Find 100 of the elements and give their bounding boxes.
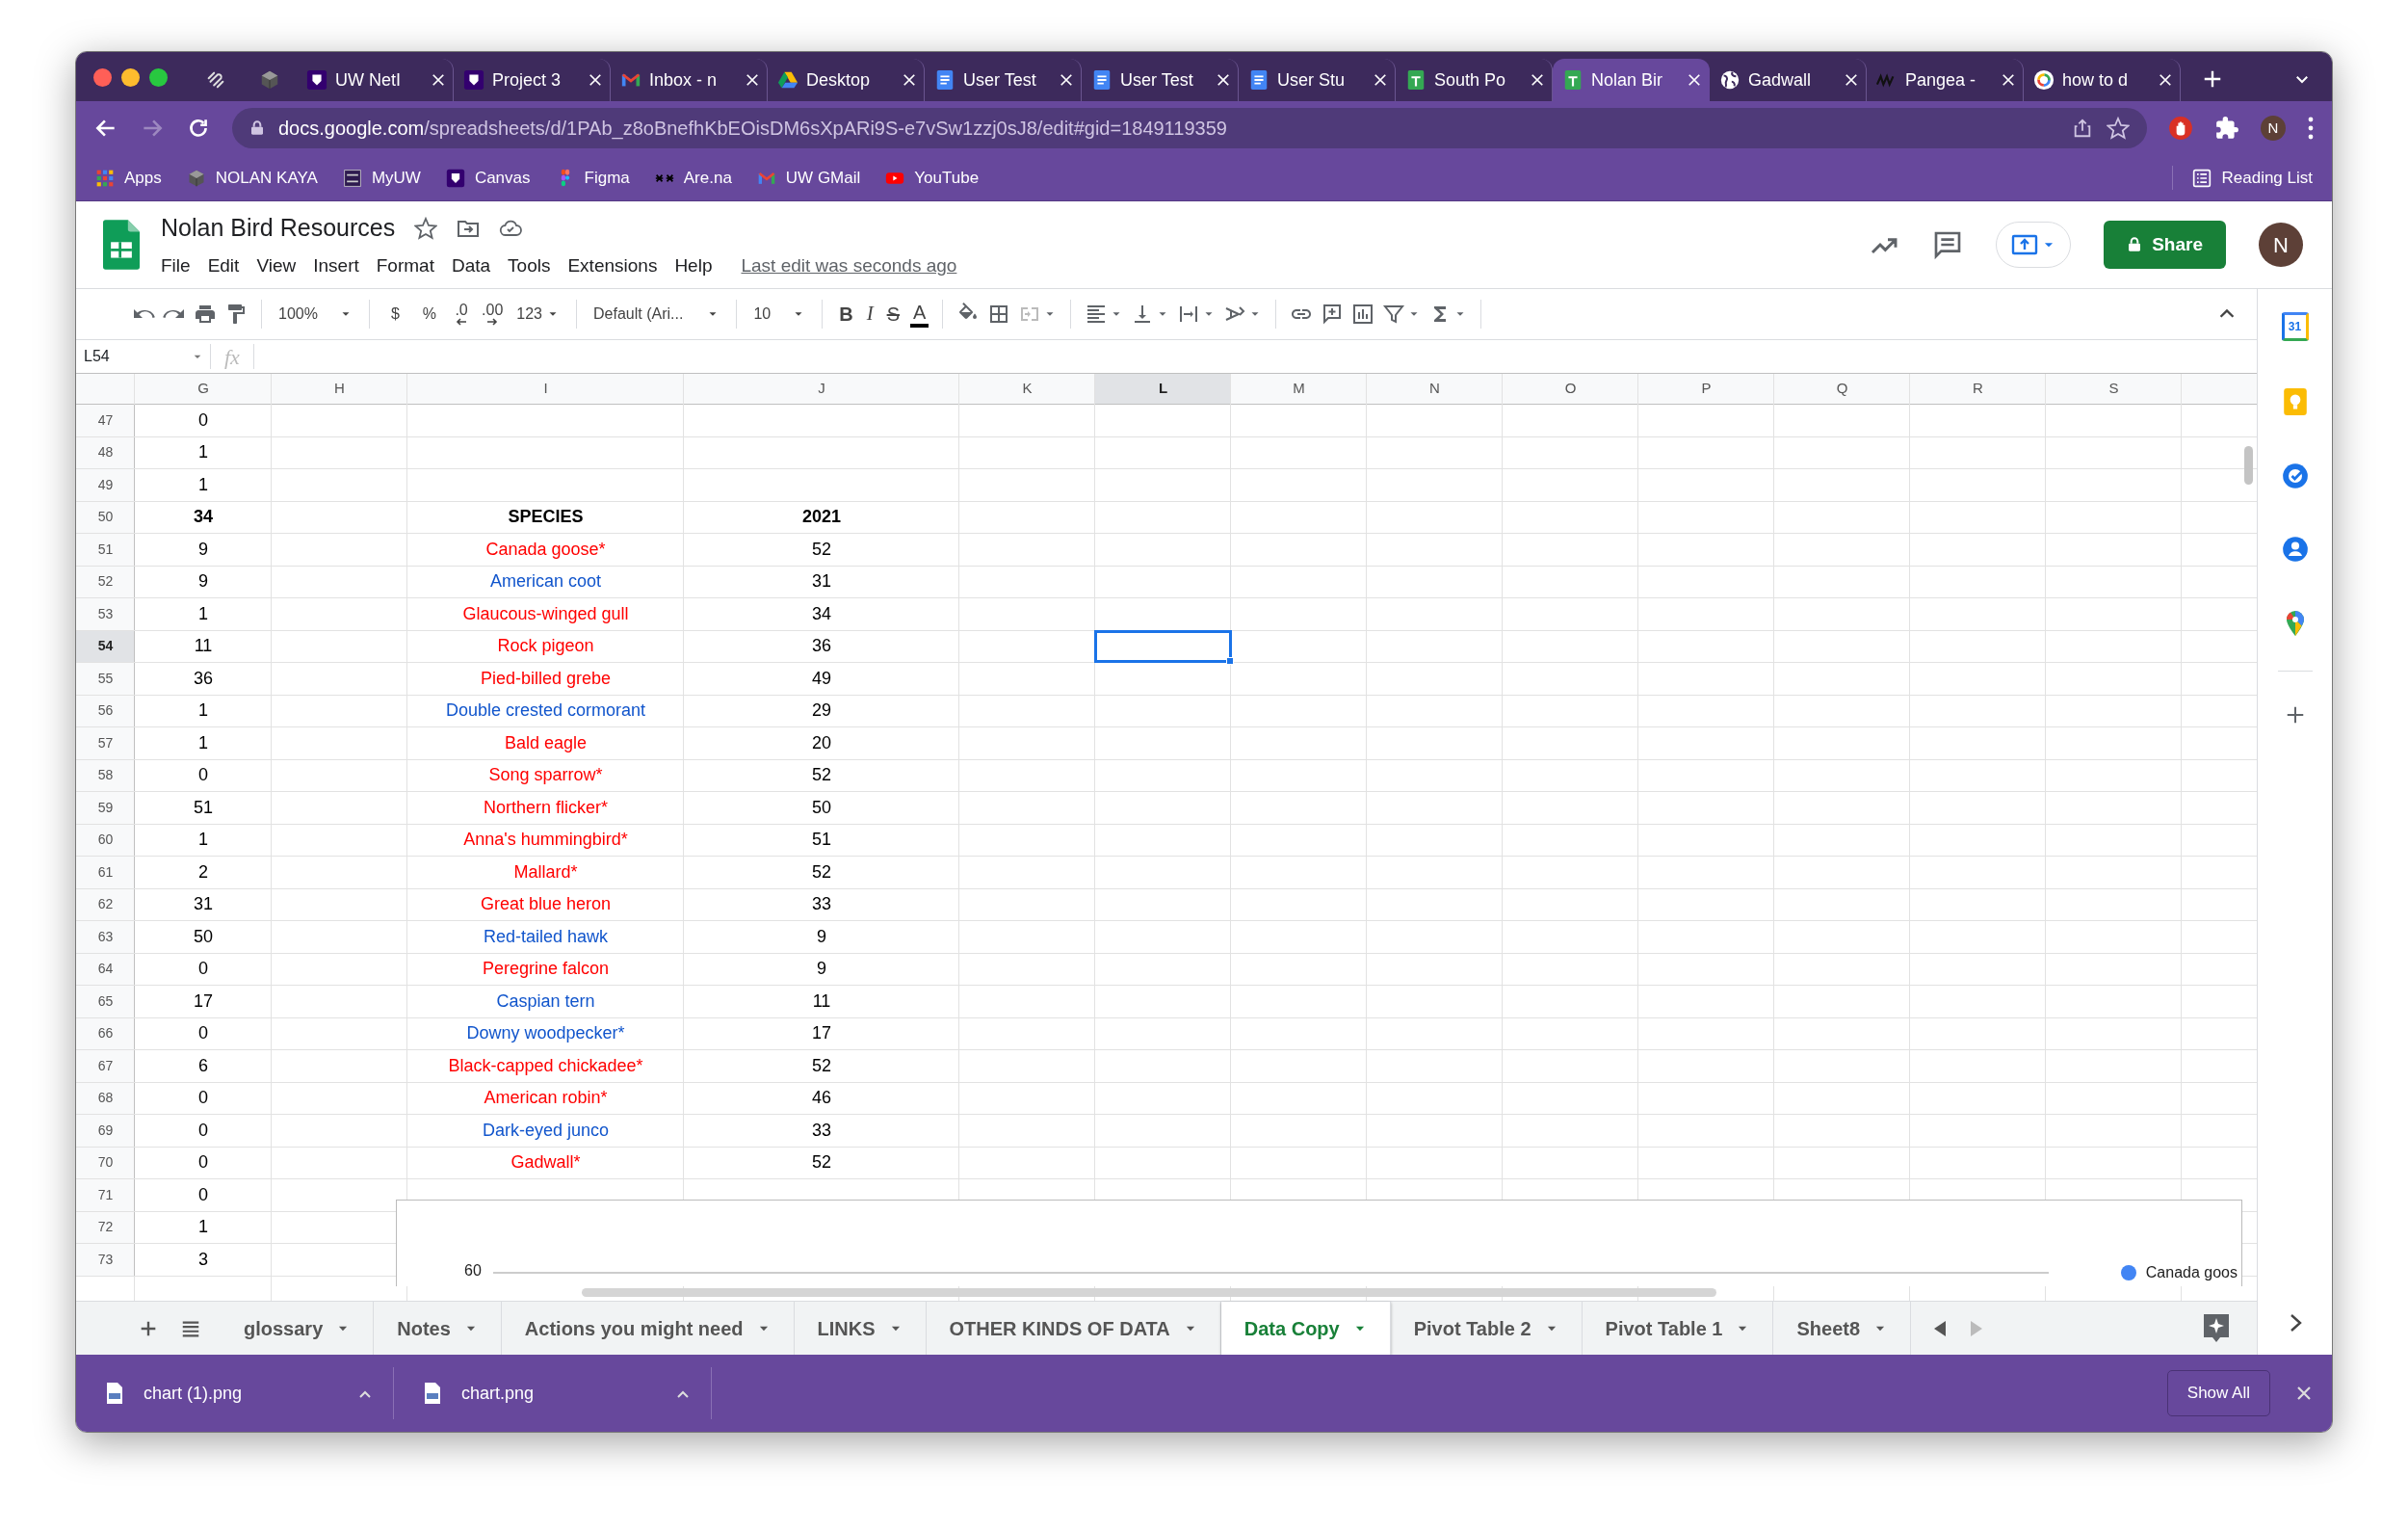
decimal-button[interactable]: .0 [452,301,472,328]
row-header[interactable]: 47 [76,405,135,436]
selected-cell-outline[interactable] [1094,629,1232,663]
row-header[interactable]: 66 [76,1017,135,1049]
menu-item[interactable]: Edit [207,251,240,279]
present-button[interactable] [1996,222,2072,268]
sheet-tab[interactable]: Data Copy [1220,1302,1391,1355]
calendar-icon[interactable]: 31 [2281,312,2309,341]
column-header[interactable]: M [1231,374,1367,404]
fill-handle[interactable] [1226,657,1234,665]
row-header[interactable]: 50 [76,501,135,533]
column-header[interactable]: N [1367,374,1503,404]
row-header[interactable]: 70 [76,1147,135,1178]
dropdown-button[interactable]: 10 [750,301,809,328]
close-icon[interactable] [2295,1385,2313,1402]
new-tab-icon[interactable] [2202,68,2223,90]
row-header[interactable]: 53 [76,598,135,630]
minimize-window-button[interactable] [121,68,140,87]
row-header[interactable]: 69 [76,1115,135,1147]
star-icon[interactable] [414,216,438,240]
last-edit-link[interactable]: Last edit was seconds ago [741,251,957,279]
bookmark-link[interactable]: MyUW [371,165,421,191]
download-file-name[interactable]: chart (1).png [144,1380,243,1407]
profile-avatar[interactable]: N [2261,116,2286,141]
column-header[interactable]: Q [1774,374,1910,404]
scroll-left-icon[interactable] [1934,1320,1947,1336]
spreadsheet-logo-icon[interactable] [103,220,140,270]
row-header[interactable]: 67 [76,1050,135,1082]
cube-icon[interactable] [259,69,280,91]
print-icon[interactable] [194,303,217,326]
menu-item[interactable]: Help [674,251,713,279]
show-all-button[interactable]: Show All [2166,1370,2270,1416]
arrow-icon[interactable] [455,318,469,326]
row-header[interactable]: 59 [76,792,135,824]
document-title[interactable]: Nolan Bird Resources [161,210,396,247]
task-check-icon[interactable] [2281,462,2309,489]
reading-list-link[interactable]: Reading List [2221,165,2313,191]
row-header[interactable]: 65 [76,986,135,1017]
arrow-icon[interactable] [485,318,500,326]
dropdown-button[interactable]: Default (Ari... [590,301,723,328]
row-header[interactable]: 57 [76,727,135,759]
download-file-name[interactable]: chart.png [461,1380,535,1407]
bookmark-link[interactable]: Canvas [474,165,531,191]
bold-button[interactable]: B [836,298,856,330]
scrollbar-thumb[interactable] [582,1288,1716,1297]
dropdown-button[interactable]: 123 [513,301,563,328]
menu-item[interactable]: Insert [313,251,359,279]
bookmark-link[interactable]: UW GMail [785,165,861,191]
puzzle-icon[interactable] [2214,116,2239,141]
reading-list-icon[interactable] [2192,168,2212,188]
swirl-logo-icon[interactable] [205,69,226,91]
column-header[interactable]: I [407,374,684,404]
row-header[interactable]: 72 [76,1211,135,1243]
row-header[interactable]: 49 [76,469,135,501]
share-icon[interactable] [2072,118,2093,139]
scrollbar-thumb[interactable] [2244,446,2253,485]
person-icon[interactable] [2281,536,2309,563]
bookmark-link[interactable]: Figma [584,165,630,191]
row-header[interactable]: 61 [76,857,135,888]
bookmark-link[interactable]: NOLAN KAYA [215,165,318,191]
column-header[interactable]: O [1503,374,1638,404]
row-header[interactable]: 71 [76,1179,135,1211]
menu-item[interactable]: Tools [508,251,551,279]
row-header[interactable]: 48 [76,436,135,468]
account-avatar[interactable]: N [2259,223,2303,267]
menu-item[interactable]: Data [451,251,491,279]
format-button[interactable]: $ [382,301,407,328]
strikethrough-button[interactable]: S [883,298,903,330]
row-header[interactable]: 63 [76,921,135,953]
blocker-hand-icon[interactable] [2168,116,2193,141]
column-header[interactable]: R [1910,374,2046,404]
row-header[interactable]: 60 [76,824,135,856]
zoom-window-button[interactable] [149,68,168,87]
row-header[interactable]: 56 [76,695,135,726]
row-header[interactable]: 68 [76,1082,135,1114]
row-header[interactable]: 64 [76,953,135,985]
bookmark-link[interactable]: Apps [124,165,162,191]
format-button[interactable]: % [414,301,445,328]
kebab-menu-icon[interactable] [2307,116,2315,141]
column-header[interactable]: S [2046,374,2182,404]
bookmark-link[interactable]: YouTube [914,165,980,191]
row-header[interactable]: 52 [76,566,135,597]
row-header[interactable]: 55 [76,663,135,695]
row-header[interactable]: 58 [76,759,135,791]
row-header[interactable]: 51 [76,534,135,566]
browser-tab[interactable]: Nolan Bir [1553,59,1710,101]
name-box[interactable]: L54 [76,344,211,369]
close-window-button[interactable] [93,68,112,87]
decimal-button[interactable]: .00 [479,301,507,328]
column-header[interactable]: J [684,374,959,404]
column-header[interactable]: P [1638,374,1774,404]
column-header[interactable]: L [1095,374,1231,404]
row-header[interactable]: 62 [76,888,135,920]
bar-chart-icon[interactable] [1351,303,1375,326]
menu-item[interactable]: Extensions [567,251,658,279]
row-header[interactable]: 73 [76,1244,135,1276]
column-header[interactable]: K [959,374,1095,404]
text-color-button[interactable]: A [909,301,929,328]
menu-item[interactable]: Format [376,251,434,279]
filter-icon[interactable] [1382,303,1406,326]
